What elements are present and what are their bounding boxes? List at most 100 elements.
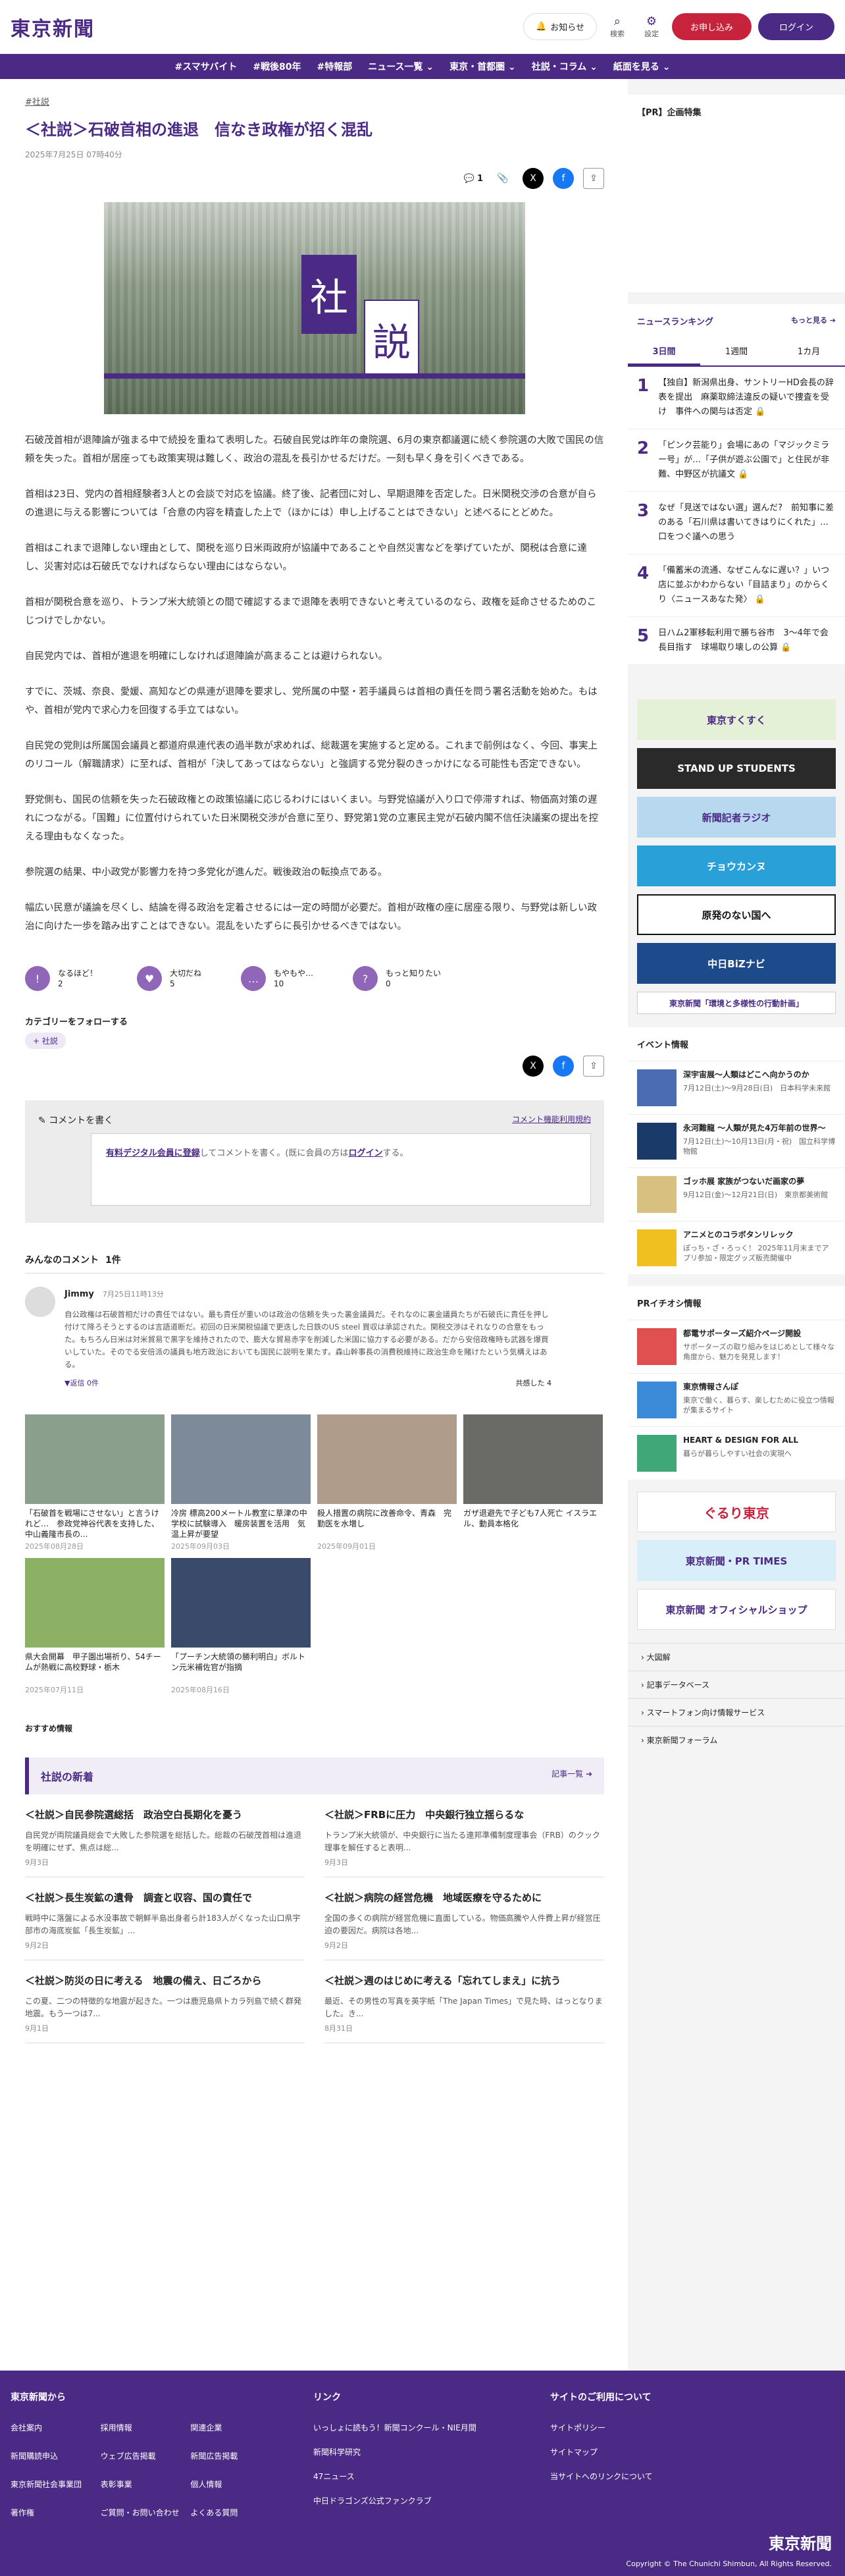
x-share-icon[interactable]: X (523, 1056, 544, 1077)
nav-item[interactable]: #特報部 (317, 60, 352, 73)
footer-link[interactable]: 表彰事業 (101, 2479, 184, 2490)
related-card[interactable]: 県大会開幕 甲子園出場祈り、54チームが熱戦に高校野球・栃木 2025年07月11… (25, 1558, 165, 1695)
ranking-item[interactable]: 1 【独自】新潟県出身、サントリーHD会長の辞表を提出 麻薬取締法違反の疑いで捜査… (628, 367, 845, 429)
banner[interactable]: 東京新聞「環境と多様性の行動計画」 (637, 992, 836, 1014)
list-item[interactable]: ＜社説＞防災の日に考える 地震の備え、日ごろから この夏、二つの特徴的な地震が起き… (25, 1960, 305, 2043)
footer-link[interactable]: 個人情報 (190, 2479, 274, 2490)
banner[interactable]: 新聞記者ラジオ (637, 797, 836, 838)
nav-item[interactable]: #戦後80年 (253, 60, 301, 73)
list-item[interactable]: ＜社説＞FRBに圧力 中央銀行独立揺らるな トランプ米大統領が、中央銀行に当たる連… (324, 1794, 604, 1877)
like-button[interactable]: 共感した 4 (516, 1378, 552, 1388)
tab-1month[interactable]: 1カ月 (773, 338, 845, 365)
reaction-button[interactable]: ♥ 大切だね 5 (137, 966, 201, 991)
sidebar-link[interactable]: › 東京新聞フォーラム (628, 1726, 845, 1754)
article-tag[interactable]: #社説 (25, 97, 49, 107)
nav-item[interactable]: 紙面を見る ⌄ (613, 60, 671, 73)
footer-link[interactable]: サイトマップ (550, 2446, 721, 2457)
latest-more-link[interactable]: 記事一覧 ➔ (551, 1768, 592, 1784)
banner[interactable]: 東京すくすく (637, 699, 836, 740)
list-item[interactable]: ＜社説＞自民参院選総括 政治空白長期化を憂う 自民党が両院議員総会で大敗した参院選… (25, 1794, 305, 1877)
banner[interactable]: 原発のない国へ (637, 894, 836, 935)
sidebar: 【PR】企画特集 ニュースランキング もっと見る ➔ 3日間 1週間 1カ月 1 【独自… (628, 79, 845, 2423)
related-card[interactable]: ガザ退避先で子ども7人死亡 イスラエル、動員本格化 (463, 1414, 603, 1551)
share-icon[interactable]: ⇪ (583, 1056, 604, 1077)
nav-item[interactable]: ニュース一覧 ⌄ (368, 60, 434, 73)
banner[interactable]: 中日BiZナビ (637, 943, 836, 984)
footer-link[interactable]: いっしょに読もう！新聞コンクール・NIE月間 (313, 2422, 511, 2433)
follow-category-chip[interactable]: + 社説 (25, 1033, 66, 1049)
event-item[interactable]: 深宇宙展～人類はどこへ向かうのか 7月12日(土)～9月28日(日) 日本科学未来… (628, 1061, 845, 1114)
search-button[interactable]: ⌕ 検索 (603, 14, 631, 39)
comment-rules-link[interactable]: コメント機能利用規約 (512, 1114, 591, 1127)
nav-item[interactable]: 社説・コラム ⌄ (532, 60, 598, 73)
reaction-button[interactable]: ! なるほど！ 2 (25, 966, 97, 991)
settings-button[interactable]: ⚙ 設定 (638, 14, 665, 39)
footer-link[interactable]: 新聞広告掲載 (190, 2450, 274, 2461)
facebook-share-icon[interactable]: f (553, 1056, 574, 1077)
footer-link[interactable]: 会社案内 (11, 2422, 94, 2433)
related-card[interactable]: 冷房 標高200メートル教室に草津の中学校に試験導入 暖房装置を活用 気温上昇が… (171, 1414, 311, 1551)
banner[interactable]: チョウカンヌ (637, 845, 836, 886)
apply-button[interactable]: お申し込み (671, 13, 752, 40)
ranking-item[interactable]: 3 なぜ「見送ではない選」選んだ? 前知事に差のある「石川県は書いてきはりにくれた… (628, 492, 845, 554)
banner[interactable]: 東京新聞・PR TIMES (637, 1540, 836, 1581)
nav-item[interactable]: #スマサバイト (174, 60, 237, 73)
ranking-item[interactable]: 4 「備蓄米の流通、なぜこんなに遅い？」いつ店に並ぶかわからない「目詰まり」のから… (628, 554, 845, 617)
footer-link[interactable]: 47ニュース (313, 2471, 511, 2482)
notice-button[interactable]: 🔔 お知らせ (523, 13, 597, 40)
login-button[interactable]: ログイン (757, 13, 834, 40)
site-logo[interactable]: 東京新聞 (11, 13, 95, 41)
related-card[interactable]: 「石破首を戦場にさせない」と言うけれど… 参政党神谷代表を支持した、中山義隆市長… (25, 1414, 165, 1551)
sidebar-link[interactable]: › 大図解 (628, 1643, 845, 1671)
footer-link[interactable]: 新聞科学研究 (313, 2446, 511, 2457)
footer-link[interactable]: 当サイトへのリンクについて (550, 2471, 721, 2482)
ranking-item[interactable]: 2 「ピンク芸能り」会場にあの「マジックミラー号」が…「子供が遊ぶ公園で」と住民が… (628, 429, 845, 492)
list-item[interactable]: ＜社説＞病院の経営危機 地域医療を守るために 全国の多くの病院が経営危機に直面して… (324, 1877, 604, 1960)
ranking-item[interactable]: 5 日ハム2軍移転利用で勝ち谷市 3〜4年で会長目指す 球場取り壊しの公算 🔒 (628, 617, 845, 665)
list-item[interactable]: ＜社説＞長生炭鉱の遺骨 調査と収容、国の責任で 戦時中に落盤による水没事故で朝鮮半… (25, 1877, 305, 1960)
pr-item[interactable]: 都電サポーターズ紹介ページ開設 サポーターズの取り組みをはじめとして様々な角度から… (628, 1320, 845, 1373)
footer-link[interactable]: 関連企業 (190, 2422, 274, 2433)
event-item[interactable]: アニメとのコラボタンリレック ぽっち・ざ・ろっく！ 2025年11月末までアプリ参… (628, 1221, 845, 1274)
nav-item[interactable]: 東京・首都圏 ⌄ (449, 60, 516, 73)
footer-link[interactable]: 著作権 (11, 2507, 94, 2518)
x-share-icon[interactable]: X (523, 168, 544, 189)
reaction-button[interactable]: … もやもや… 10 (241, 966, 313, 991)
pr-item[interactable]: 東京情報さんぽ 東京で働く、暮らす、楽しむために役立つ情報が集まるサイト (628, 1373, 845, 1426)
footer-link[interactable]: 新聞購読申込 (11, 2450, 94, 2461)
related-card[interactable]: 「プーチン大統領の勝利明白」ボルトン元米補佐官が指摘 2025年08月16日 (171, 1558, 311, 1695)
sidebar-link[interactable]: › スマートフォン向け情報サービス (628, 1698, 845, 1726)
clip-icon[interactable]: 📎 (492, 168, 513, 189)
footer-link[interactable]: サイトポリシー (550, 2422, 721, 2433)
banner[interactable]: ぐるり東京 (637, 1491, 836, 1532)
paragraph: 自民党内では、首相が進退を明確にしなければ退陣論が高まることは避けられない。 (25, 651, 388, 662)
tab-1week[interactable]: 1週間 (700, 338, 773, 365)
footer-link[interactable]: 採用情報 (101, 2422, 184, 2433)
latest-header: 社説の新着 記事一覧 ➔ (25, 1758, 604, 1794)
footer-link[interactable]: 中日ドラゴンズ公式ファンクラブ (313, 2495, 511, 2506)
list-item[interactable]: ＜社説＞週のはじめに考える「忘れてしまえ」に抗う 最近、その男性の写真を英字紙「T… (324, 1960, 604, 2043)
banner[interactable]: STAND UP STUDENTS (637, 748, 836, 789)
follow-label: カテゴリーをフォローする (25, 1017, 128, 1027)
banner[interactable]: 東京新聞 オフィシャルショップ (637, 1589, 836, 1630)
pr-item[interactable]: HEART & DESIGN FOR ALL 暮らが暮らしやすい社会の実現へ (628, 1426, 845, 1480)
share-icon[interactable]: ⇪ (583, 168, 604, 189)
paragraph: 幅広い民意が議論を尽くし、結論を得る政治を定着させるには一定の時間が必要だ。首相… (25, 903, 597, 932)
reaction-button[interactable]: ? もっと知りたい 0 (353, 966, 441, 991)
event-item[interactable]: 永河難龍 ～人類が見た4万年前の世界～ 7月12日(土)～10月13日(月・祝) … (628, 1114, 845, 1167)
related-card[interactable]: 殺人措置の病院に改善命令、青森 完勤医を水増し 2025年09月01日 (317, 1414, 457, 1551)
footer-link[interactable]: ウェブ広告掲載 (101, 2450, 184, 2461)
tab-3days[interactable]: 3日間 (628, 338, 700, 365)
footer-link[interactable]: 東京新聞社会事業団 (11, 2479, 94, 2490)
comment-count-button[interactable]: 💬 1 (464, 174, 483, 184)
sidebar-link[interactable]: › 記事データベース (628, 1671, 845, 1698)
comment-input[interactable]: 有料デジタル会員に登録してコメントを書く。(既に会員の方はログインする。 (91, 1133, 591, 1206)
event-item[interactable]: ゴッホ展 家族がつないだ画家の夢 9月12日(金)～12月21日(日) 東京都美術… (628, 1167, 845, 1221)
copyright: Copyright © The Chunichi Shimbun, All Ri… (626, 2560, 832, 2568)
footer-link[interactable]: よくある質問 (190, 2507, 274, 2518)
reply-toggle[interactable]: ▼返信 0件 (64, 1378, 99, 1388)
footer-logo[interactable]: 東京新聞 (769, 2531, 832, 2554)
facebook-share-icon[interactable]: f (553, 168, 574, 189)
footer-link[interactable]: ご質問・お問い合わせ (101, 2507, 184, 2518)
ranking-more-link[interactable]: もっと見る ➔ (791, 315, 836, 327)
